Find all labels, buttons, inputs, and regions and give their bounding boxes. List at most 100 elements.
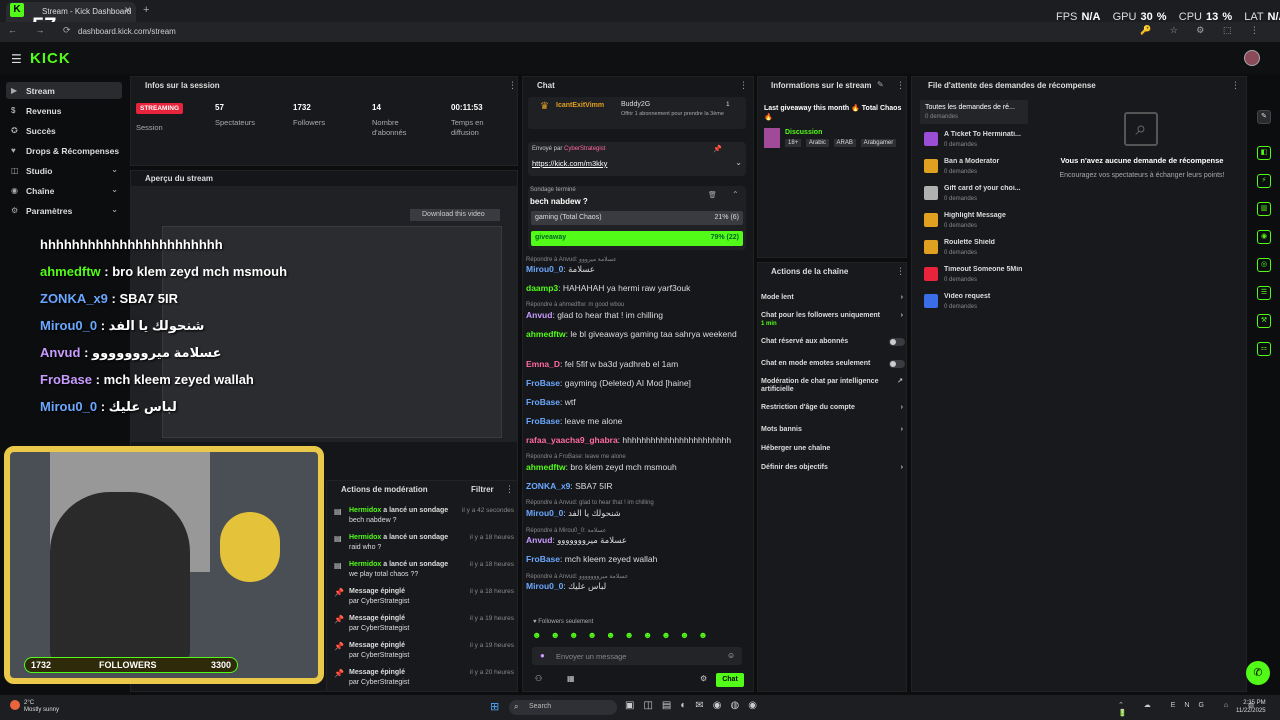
moderator-name[interactable]: Hermidox [349,507,381,514]
kick-logo[interactable]: KICK [30,50,71,67]
chat-username[interactable]: Emna_D [526,359,560,369]
sidebar-item-stream[interactable]: ▶ Stream [6,82,122,99]
channel-action-item[interactable]: Chat pour les followers uniquement 1 min › [761,312,905,328]
rail-icon-bolt[interactable]: ⚡ [1257,174,1271,188]
chat-message[interactable]: Anvud: glad to hear that ! im chilling [526,310,746,321]
reward-item[interactable]: A Ticket To Herminati... 0 demandes [924,130,1034,154]
rail-icon-broadcast[interactable]: ◎ [1257,258,1271,272]
sidebar-item-chaine[interactable]: ◉ Chaîne ⌄ [6,182,122,199]
chat-message[interactable]: FroBase: mch kleem zeyed wallah [526,554,746,565]
chat-username[interactable]: FroBase [526,554,560,564]
sidebar-item-revenus[interactable]: $ Revenus [6,102,122,119]
windows-start-icon[interactable]: ⊞ [490,700,499,713]
more-options-icon[interactable]: ⋮ [896,266,905,277]
edit-layout-icon[interactable]: ✎ [1257,110,1271,124]
rail-icon-message[interactable]: ◉ [1257,230,1271,244]
new-tab-button[interactable]: + [143,4,149,16]
emoji-icon[interactable]: ☺ [727,651,735,660]
chat-message[interactable]: ahmedftw: bro klem zeyd mch msmouh [526,462,746,473]
chat-username[interactable]: Mirou0_0 [526,508,563,518]
channel-action-item[interactable]: Restriction d'âge du compte › [761,404,905,412]
chat-message[interactable]: rafaa_yaacha9_ghabra: hhhhhhhhhhhhhhhhhh… [526,435,746,446]
calendar-icon[interactable]: ▦ [567,674,575,683]
mic-icon[interactable]: ● [540,651,545,660]
chat-message[interactable]: Emna_D: fel 5fif w ba3d yadhreb el 1am [526,359,746,370]
rail-icon-chat[interactable]: ◧ [1257,146,1271,160]
avatar[interactable] [1244,50,1260,66]
chat-username[interactable]: Anvud [526,535,552,545]
chevron-down-icon[interactable]: ⌄ [735,158,742,167]
reward-item[interactable]: Video request 0 demandes [924,292,1034,316]
pinned-message[interactable]: Envoyé par CyberStrategist https://kick.… [528,142,746,176]
url-field[interactable]: dashboard.kick.com/stream [78,27,176,36]
channel-action-item[interactable]: Mode lent › [761,294,905,302]
sidebar-item-drops[interactable]: ♥ Drops & Récompenses [6,142,122,159]
chevron-up-icon[interactable]: ⌃ [732,190,739,199]
chat-message[interactable]: ahmedftw: le bl giveaways gaming taa sah… [526,329,746,340]
chat-message[interactable]: FroBase: gayming (Deleted) AI Mod [haine… [526,378,746,389]
chat-message[interactable]: FroBase: leave me alone [526,416,746,427]
filter-button[interactable]: Filtrer [471,485,494,494]
more-options-icon[interactable]: ⋮ [505,484,514,495]
emote-bar[interactable]: ☻☻☻☻☻☻☻☻☻☻ [532,630,717,640]
reward-filter-all[interactable]: Toutes les demandes de ré... 0 demandes [920,100,1028,124]
rail-icon-apps[interactable]: ⚏ [1257,342,1271,356]
chat-message[interactable]: Mirou0_0: عسلامة [526,264,746,275]
chat-username[interactable]: Mirou0_0 [526,264,563,274]
pinned-link[interactable]: https://kick.com/m3kky [532,159,607,168]
sidebar-item-parametres[interactable]: ⚙ Paramètres ⌄ [6,202,122,219]
sidebar-item-studio[interactable]: ◫ Studio ⌄ [6,162,122,179]
toggle-switch[interactable] [889,338,905,346]
reward-item[interactable]: Gift card of your choi... 0 demandes [924,184,1034,208]
more-options-icon[interactable]: ⋮ [508,80,517,91]
chat-message[interactable]: Mirou0_0: شنحولك يا الفد [526,508,746,519]
download-video-button[interactable]: Download this video [410,209,500,221]
channel-action-item[interactable]: Chat réservé aux abonnés [761,338,905,346]
channel-action-item[interactable]: Modération de chat par intelligence arti… [761,378,905,394]
category-name[interactable]: Discussion [785,129,822,136]
chat-settings-icon[interactable]: ⚙ [700,674,707,683]
moderator-name[interactable]: Hermidox [349,534,381,541]
quick-actions-icon[interactable]: ⚇ [535,674,542,683]
menu-icon[interactable]: ☰ [11,52,22,66]
chat-username[interactable]: ahmedftw [526,462,566,472]
chat-username[interactable]: FroBase [526,397,560,407]
chat-username[interactable]: Mirou0_0 [526,581,563,591]
weather-widget[interactable]: 2°C Mostly sunny [24,700,59,714]
sidebar-item-succes[interactable]: ✪ Succès [6,122,122,139]
chat-username[interactable]: Anvud [526,310,552,320]
chat-message[interactable]: FroBase: wtf [526,397,746,408]
more-options-icon[interactable]: ⋮ [896,80,905,91]
reward-item[interactable]: Ban a Moderator 0 demandes [924,157,1034,181]
taskbar-clock[interactable]: 2:35 PM 11/22/2025 [1236,699,1266,715]
browser-tab-active[interactable]: Stream - Kick Dashboard [6,2,136,22]
chat-username[interactable]: FroBase [526,378,560,388]
channel-action-item[interactable]: Mots bannis › [761,426,905,434]
rail-icon-wrench[interactable]: ⚒ [1257,314,1271,328]
chat-username[interactable]: FroBase [526,416,560,426]
chat-message[interactable]: daamp3: HAHAHAH ya hermi raw yarf3ouk [526,283,746,294]
chat-message[interactable]: ZONKA_x9: SBA7 5IR [526,481,746,492]
channel-action-item[interactable]: Chat en mode emotes seulement [761,360,905,368]
chat-username[interactable]: daamp3 [526,283,558,293]
tab-close-icon[interactable]: ✕ [124,5,132,16]
rail-icon-doc[interactable]: ▥ [1257,202,1271,216]
more-options-icon[interactable]: ⋮ [739,80,748,91]
reward-item[interactable]: Timeout Someone 5Min 0 demandes [924,265,1034,289]
rail-icon-list[interactable]: ☰ [1257,286,1271,300]
chat-input[interactable]: Envoyer un message [532,647,742,665]
chat-username[interactable]: ZONKA_x9 [526,481,570,491]
pin-icon[interactable]: 📌 [713,145,722,153]
browser-toolbar-icons[interactable]: 🔑 ☆ ⚙ ⬚ ⋮ [1140,25,1267,36]
more-options-icon[interactable]: ⋮ [1231,80,1240,91]
chat-username[interactable]: rafaa_yaacha9_ghabra [526,435,618,445]
edit-icon[interactable]: ✎ [877,80,884,89]
chat-message[interactable]: Anvud: عسلامة ميرووووووو [526,535,746,546]
toggle-switch[interactable] [889,360,905,368]
browser-nav-icons[interactable]: ← → ⟳ [8,25,79,36]
chat-username[interactable]: ahmedftw [526,329,566,339]
channel-action-item[interactable]: Héberger une chaîne [761,445,905,453]
reward-item[interactable]: Roulette Shield 0 demandes [924,238,1034,262]
chat-bubble-button[interactable]: ✆ [1246,661,1270,685]
moderator-name[interactable]: Hermidox [349,561,381,568]
